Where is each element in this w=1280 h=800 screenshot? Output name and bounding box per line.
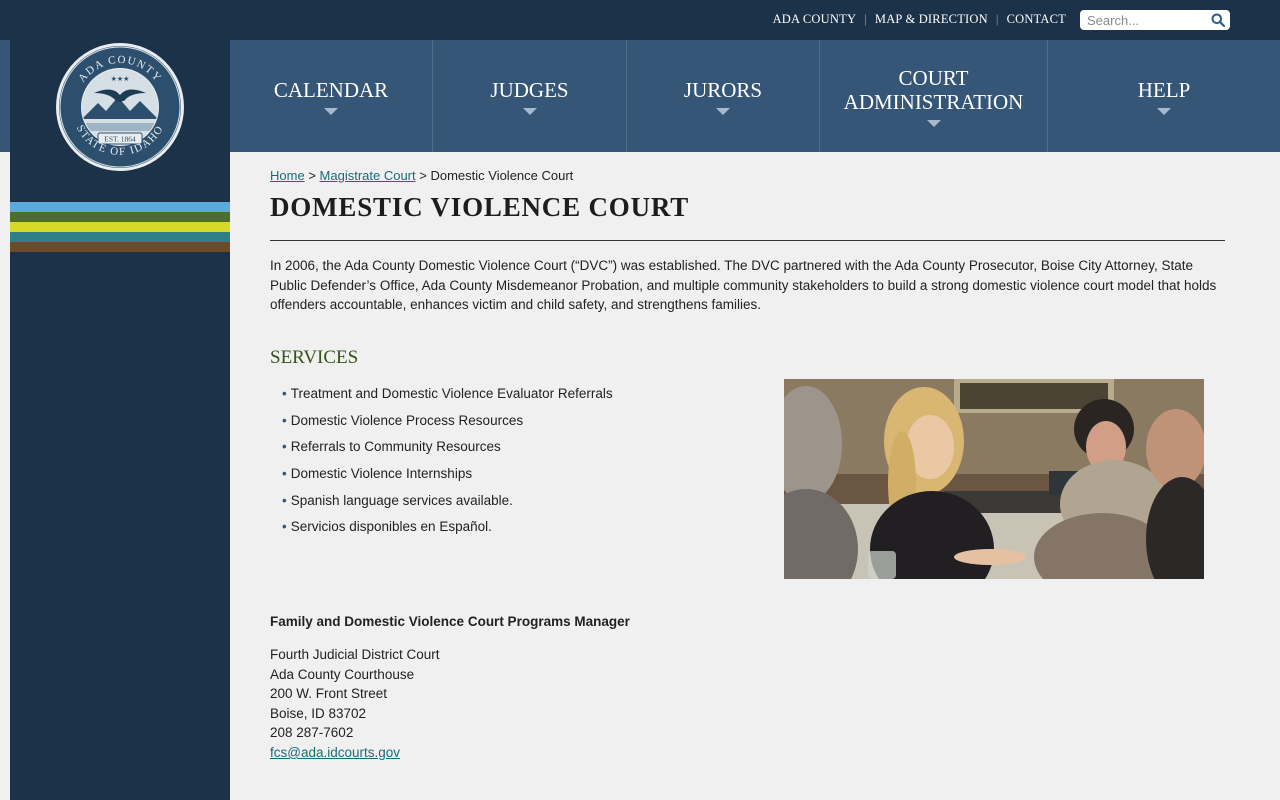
map-direction-link[interactable]: MAP & DIRECTION [875,12,988,27]
stripe-brown [10,242,230,252]
nav-label: JURORS [683,77,763,102]
nav-court-administration[interactable]: COURT ADMINISTRATION [820,40,1048,152]
nav-jurors[interactable]: JURORS [627,40,820,152]
nav-label: HELP [1137,77,1191,102]
caret-down-icon [324,107,338,115]
separator: | [864,12,867,26]
list-item: Spanish language services available. [282,491,613,518]
top-bar: ADA COUNTY | MAP & DIRECTION | CONTACT [0,0,1280,40]
meeting-photo [784,379,1204,579]
stripe-olive [10,212,230,222]
list-item: Domestic Violence Process Resources [282,411,613,438]
main-nav: CALENDAR JUDGES JURORS COURT ADMINISTRAT… [230,40,1280,152]
address-line: Fourth Judicial District Court [270,647,440,662]
color-stripes [10,202,230,252]
stripe-yellow [10,222,230,232]
utility-links: ADA COUNTY | MAP & DIRECTION | CONTACT [773,12,1066,27]
caret-down-icon [522,107,537,115]
caret-down-icon [1157,107,1171,115]
search-box [1080,10,1230,30]
nav-help[interactable]: HELP [1048,40,1280,152]
search-input[interactable] [1080,10,1207,30]
nav-label: CALENDAR [273,77,389,102]
nav-calendar[interactable]: CALENDAR [230,40,433,152]
list-item: Treatment and Domestic Violence Evaluato… [282,384,613,411]
address-line: 200 W. Front Street [270,686,388,702]
search-icon[interactable] [1211,13,1225,27]
phone-number: 208 287-7602 [270,725,354,741]
breadcrumb: Home > Magistrate Court > Domestic Viole… [270,168,573,183]
list-item: Domestic Violence Internships [282,464,613,491]
services-heading: SERVICES [270,347,359,368]
contact-link[interactable]: CONTACT [1007,12,1066,27]
breadcrumb-separator: > [308,168,316,183]
nav-label: JUDGES [490,77,569,102]
nav-judges[interactable]: JUDGES [433,40,627,152]
stripe-teal [10,232,230,242]
breadcrumb-current: Domestic Violence Court [430,168,574,183]
stripe-blue [10,202,230,212]
breadcrumb-home[interactable]: Home [270,168,305,183]
breadcrumb-magistrate-court[interactable]: Magistrate Court [320,168,416,183]
contact-address: Fourth Judicial District Court Ada Count… [270,645,630,763]
separator: | [995,12,999,26]
contact-block: Family and Domestic Violence Court Progr… [270,614,630,763]
left-edge-strip [0,40,10,152]
caret-down-icon [716,107,730,115]
seal-established: EST. 1864 [104,135,136,144]
left-edge-strip-lower [0,152,10,800]
address-line: Ada County Courthouse [270,666,415,682]
contact-title: Family and Domestic Violence Court Progr… [270,614,630,629]
breadcrumb-separator: > [419,168,427,183]
list-item: Servicios disponibles en Español. [282,517,613,544]
title-divider [270,240,1225,241]
page-title: DOMESTIC VIOLENCE COURT [270,192,690,222]
email-link[interactable]: fcs@ada.idcourts.gov [270,745,400,760]
list-item: Referrals to Community Resources [282,437,613,464]
intro-paragraph: In 2006, the Ada County Domestic Violenc… [270,258,1217,312]
nav-label: COURT ADMINISTRATION [843,65,1024,114]
address-line: Boise, ID 83702 [270,705,367,721]
seal-stars: ★★★ [111,75,130,83]
ada-county-seal-logo[interactable]: ★★★ EST. 1864 ADA COUNTY STATE OF IDAHO [54,41,186,173]
services-list: Treatment and Domestic Violence Evaluato… [282,384,613,544]
main-content: Home > Magistrate Court > Domestic Viole… [230,152,1280,800]
caret-down-icon [926,119,941,127]
ada-county-link[interactable]: ADA COUNTY [773,12,857,27]
